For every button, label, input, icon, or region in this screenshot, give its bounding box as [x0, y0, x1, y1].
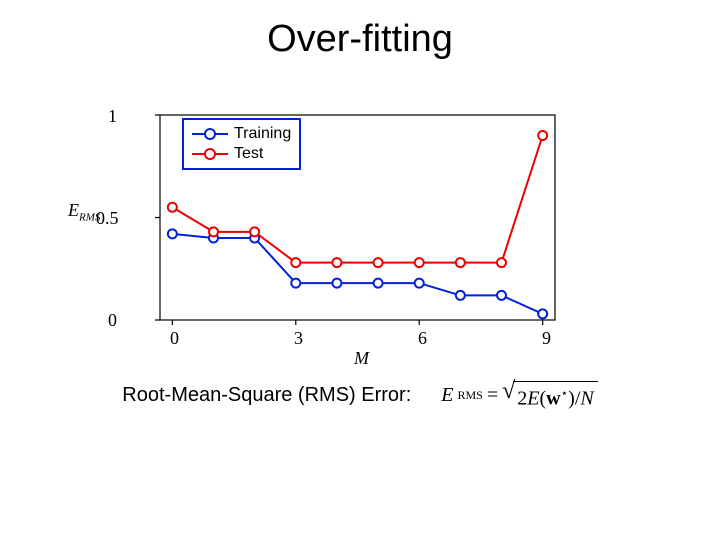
eqn-star: ⋆ — [561, 386, 569, 400]
x-tick-0: 0 — [170, 328, 179, 349]
eqn-E: E — [441, 384, 453, 407]
legend-test: Test — [192, 144, 291, 164]
chart-legend: Training Test — [182, 118, 301, 170]
eqn-w: w — [546, 388, 560, 410]
eqn-2: 2 — [517, 388, 527, 410]
x-tick-3: 3 — [294, 328, 303, 349]
legend-training: Training — [192, 124, 291, 144]
eqn-close: ) — [568, 388, 575, 410]
legend-test-label: Test — [234, 144, 263, 164]
rms-definition-label: Root-Mean-Square (RMS) Error: — [122, 384, 411, 407]
y-tick-05: 0.5 — [96, 208, 119, 229]
eqn-N: N — [580, 388, 593, 410]
legend-training-label: Training — [234, 124, 291, 144]
eqn-sqrt: √ 2E(w⋆)/N — [502, 381, 598, 410]
y-tick-1: 1 — [108, 106, 117, 127]
x-axis-label: M — [354, 348, 369, 369]
rms-error-chart: ERMS 0 0.5 1 0 3 6 9 M Training — [130, 100, 570, 360]
x-tick-9: 9 — [542, 328, 551, 349]
x-tick-6: 6 — [418, 328, 427, 349]
eqn-eq: = — [487, 384, 498, 407]
page-title: Over-fitting — [0, 18, 720, 61]
rms-equation: E RMS = √ 2E(w⋆)/N — [441, 381, 597, 410]
eqn-Ew: E — [527, 388, 539, 410]
y-tick-0: 0 — [108, 310, 117, 331]
eqn-rms-sub: RMS — [457, 388, 482, 403]
